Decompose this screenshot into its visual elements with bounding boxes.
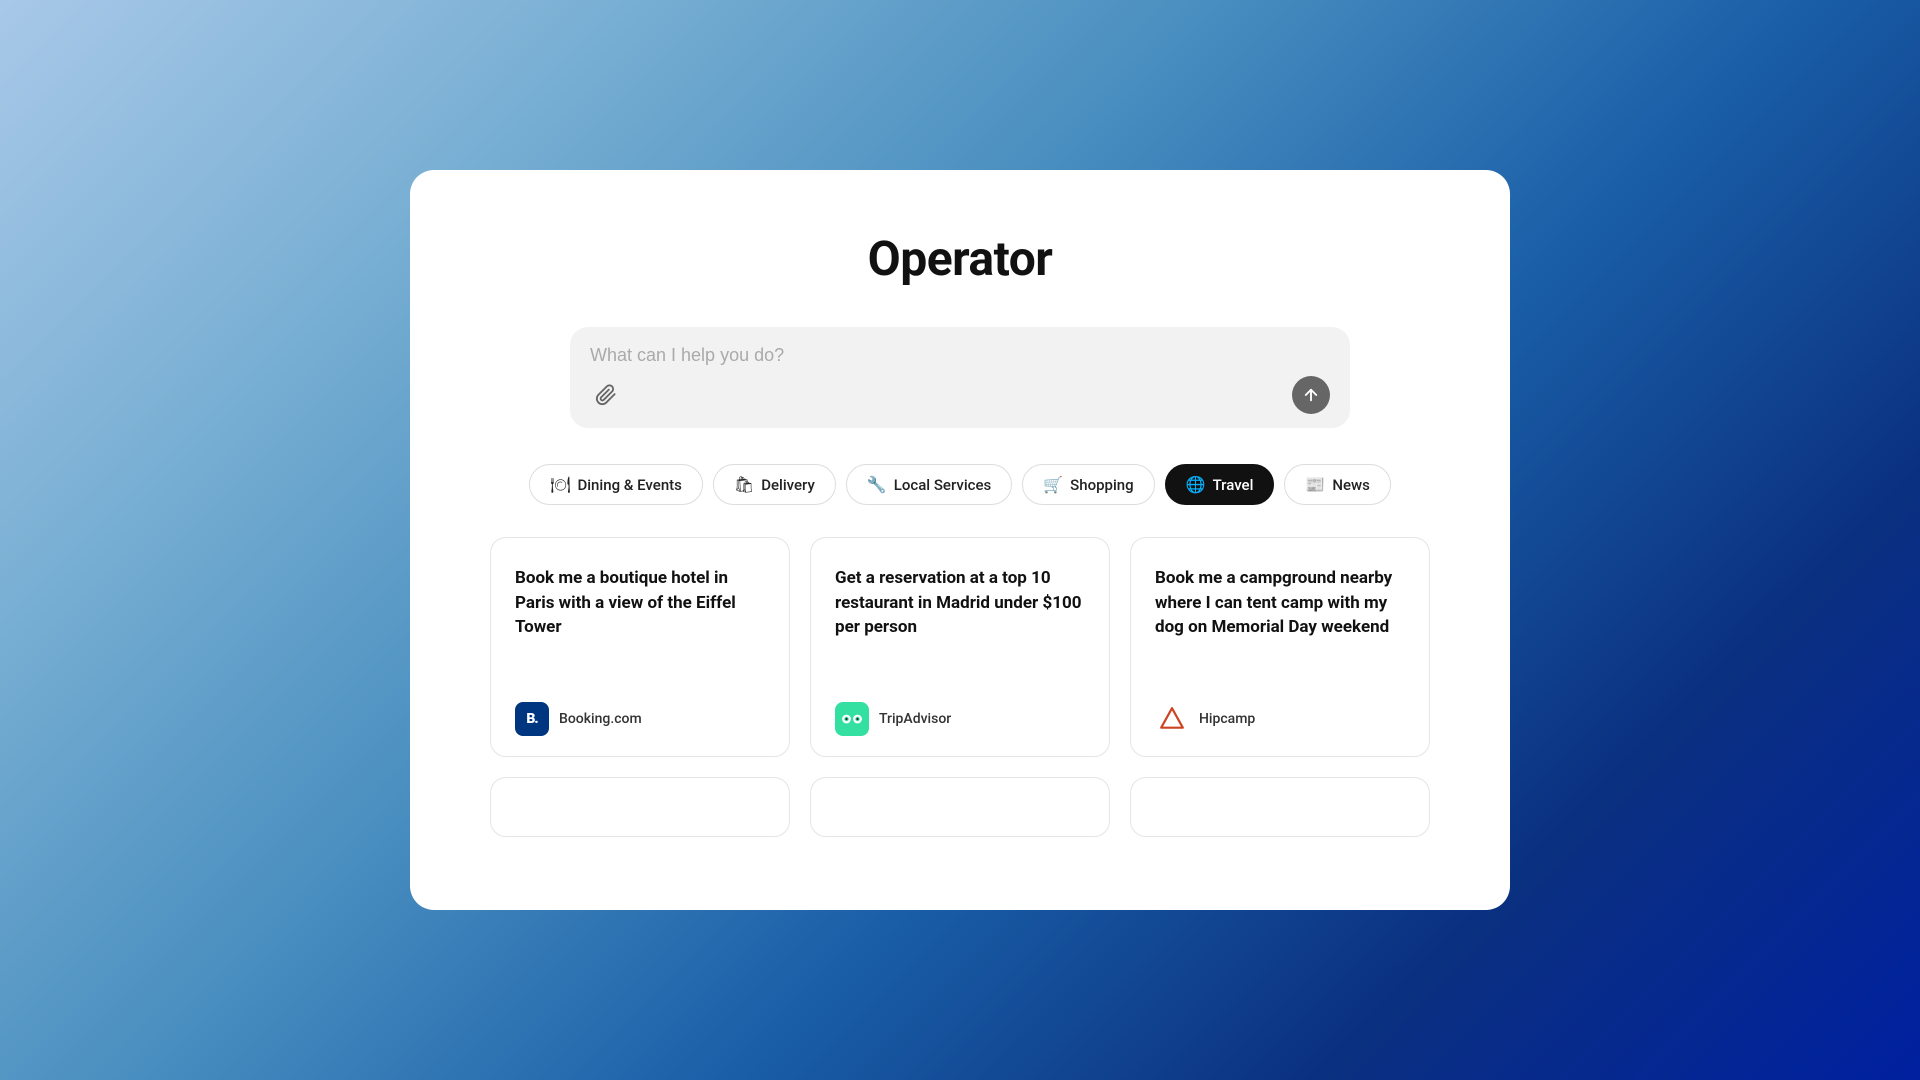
tab-news[interactable]: 📰 News xyxy=(1284,464,1390,505)
shopping-icon: 🛒 xyxy=(1043,475,1063,494)
service-name: TripAdvisor xyxy=(879,711,951,727)
partial-card-2 xyxy=(1130,777,1430,837)
partial-card-0 xyxy=(490,777,790,837)
suggestion-card-2[interactable]: Book me a campground nearby where I can … xyxy=(1130,537,1430,757)
attach-icon[interactable] xyxy=(590,379,622,411)
partial-card-1 xyxy=(810,777,1110,837)
hipcamp-logo xyxy=(1155,702,1189,736)
app-title: Operator xyxy=(868,230,1053,287)
travel-icon: 🌐 xyxy=(1186,475,1206,494)
travel-label: Travel xyxy=(1213,476,1254,494)
dining-label: Dining & Events xyxy=(577,476,681,494)
tab-travel[interactable]: 🌐 Travel xyxy=(1165,464,1275,505)
booking-logo: B. xyxy=(515,702,549,736)
news-label: News xyxy=(1332,476,1370,494)
local-icon: 🔧 xyxy=(867,475,887,494)
card-footer: TripAdvisor xyxy=(835,702,1085,736)
tab-dining[interactable]: 🍽 Dining & Events xyxy=(529,464,703,505)
tab-local[interactable]: 🔧 Local Services xyxy=(846,464,1012,505)
local-label: Local Services xyxy=(894,476,991,494)
service-name: Booking.com xyxy=(559,711,642,727)
service-name: Hipcamp xyxy=(1199,711,1255,727)
card-text: Book me a boutique hotel in Paris with a… xyxy=(515,566,765,678)
shopping-label: Shopping xyxy=(1070,476,1133,494)
tripadvisor-logo xyxy=(835,702,869,736)
suggestion-card-0[interactable]: Book me a boutique hotel in Paris with a… xyxy=(490,537,790,757)
suggestion-card-1[interactable]: Get a reservation at a top 10 restaurant… xyxy=(810,537,1110,757)
main-panel: Operator 🍽 Dining & Events 🛍 Delivery 🔧 Local… xyxy=(410,170,1510,910)
send-button[interactable] xyxy=(1292,376,1330,414)
category-tabs: 🍽 Dining & Events 🛍 Delivery 🔧 Local Services… xyxy=(529,464,1391,505)
tab-shopping[interactable]: 🛒 Shopping xyxy=(1022,464,1154,505)
cards-grid: Book me a boutique hotel in Paris with a… xyxy=(490,537,1430,837)
delivery-icon: 🛍 xyxy=(734,475,754,494)
dining-icon: 🍽 xyxy=(550,475,570,494)
news-icon: 📰 xyxy=(1305,475,1325,494)
card-text: Book me a campground nearby where I can … xyxy=(1155,566,1405,678)
card-footer: B. Booking.com xyxy=(515,702,765,736)
search-input[interactable] xyxy=(590,345,1330,366)
card-text: Get a reservation at a top 10 restaurant… xyxy=(835,566,1085,678)
tab-delivery[interactable]: 🛍 Delivery xyxy=(713,464,836,505)
search-bottom-row xyxy=(590,376,1330,414)
card-footer: Hipcamp xyxy=(1155,702,1405,736)
search-box xyxy=(570,327,1350,428)
delivery-label: Delivery xyxy=(761,476,815,494)
